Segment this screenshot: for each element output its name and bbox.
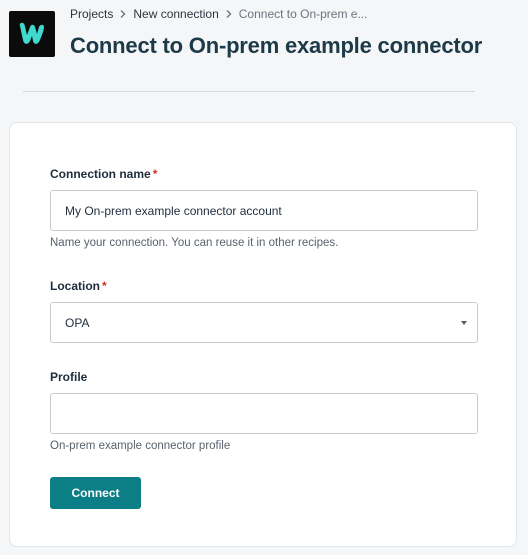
location-selected-value: OPA [65, 315, 90, 330]
breadcrumb-new-connection[interactable]: New connection [133, 7, 218, 21]
connection-name-label: Connection name * [50, 167, 158, 181]
breadcrumb: Projects New connection Connect to On-pr… [70, 7, 367, 21]
header-divider [23, 91, 475, 92]
connection-form-card: Connection name* Name your connection. Y… [9, 122, 517, 547]
workato-logo[interactable] [9, 11, 55, 57]
profile-hint: On-prem example connector profile [50, 440, 231, 452]
connection-name-input[interactable] [50, 190, 478, 231]
breadcrumb-projects[interactable]: Projects [70, 7, 113, 21]
chevron-right-icon [225, 9, 233, 19]
location-select[interactable]: OPA [50, 302, 478, 343]
caret-down-icon [461, 321, 467, 325]
required-marker: * [102, 279, 107, 293]
profile-label: Profile [50, 370, 88, 384]
connection-name-hint: Name your connection. You can reuse it i… [50, 237, 339, 249]
profile-input[interactable] [50, 393, 478, 434]
breadcrumb-current: Connect to On-prem e... [238, 7, 368, 21]
connect-button[interactable]: Connect [50, 477, 141, 509]
page-title: Connect to On-prem example connector [70, 33, 483, 58]
required-marker: * [152, 167, 158, 181]
location-label: Location * [50, 279, 107, 293]
w-logo-icon [19, 22, 44, 44]
chevron-right-icon [119, 9, 127, 19]
